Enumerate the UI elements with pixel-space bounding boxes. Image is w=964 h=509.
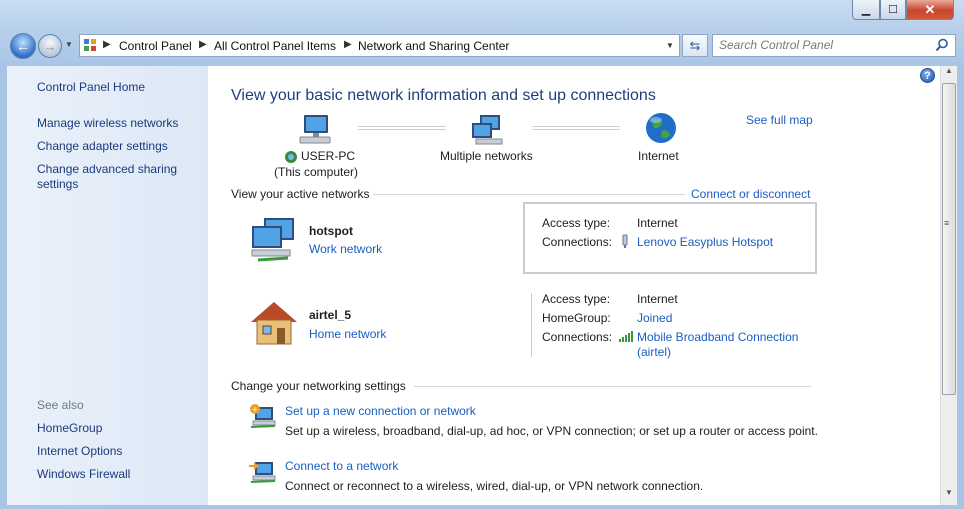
multiple-networks-label: Multiple networks bbox=[440, 149, 533, 163]
search-box[interactable] bbox=[712, 34, 956, 57]
address-history-dropdown[interactable]: ▼ bbox=[666, 41, 674, 50]
connections-label: Connections: bbox=[542, 235, 613, 249]
address-bar[interactable]: ▶ Control Panel ▶ All Control Panel Item… bbox=[79, 34, 680, 57]
computer-name: USER-PC bbox=[301, 149, 356, 163]
new-connection-icon[interactable]: + bbox=[249, 403, 277, 429]
sidebar bbox=[7, 66, 208, 505]
arrow-right-icon: → bbox=[43, 38, 57, 54]
sidebar-item-advanced-sharing-line2[interactable]: settings bbox=[37, 177, 78, 191]
see-full-map-link[interactable]: See full map bbox=[746, 113, 813, 127]
sidebar-item-manage-wireless[interactable]: Manage wireless networks bbox=[37, 116, 178, 130]
wireless-adapter-icon bbox=[622, 234, 628, 248]
internet-label: Internet bbox=[638, 149, 679, 163]
homegroup-label: HomeGroup: bbox=[542, 311, 611, 325]
active-networks-heading: View your active networks bbox=[231, 187, 370, 201]
access-type-label: Access type: bbox=[542, 292, 611, 306]
connection-link-hotspot[interactable]: Lenovo Easyplus Hotspot bbox=[637, 235, 773, 249]
back-button[interactable]: ← bbox=[10, 33, 36, 59]
connection-link-mobile-broadband-line2[interactable]: (airtel) bbox=[637, 345, 671, 359]
scroll-up-arrow-icon[interactable]: ▲ bbox=[941, 66, 957, 75]
network-name-hotspot: hotspot bbox=[309, 224, 353, 238]
refresh-icon: ⇆ bbox=[689, 37, 701, 53]
breadcrumb-control-panel[interactable]: Control Panel bbox=[119, 39, 192, 53]
connection-link-mobile-broadband[interactable]: Mobile Broadband Connection bbox=[637, 330, 798, 344]
arrow-left-icon: ← bbox=[16, 38, 30, 54]
change-settings-heading: Change your networking settings bbox=[231, 379, 406, 393]
map-connector bbox=[358, 126, 446, 130]
connect-to-network-description: Connect or reconnect to a wireless, wire… bbox=[285, 479, 704, 493]
access-type-value: Internet bbox=[637, 292, 678, 306]
sidebar-item-windows-firewall[interactable]: Windows Firewall bbox=[37, 467, 130, 481]
sidebar-item-adapter-settings[interactable]: Change adapter settings bbox=[37, 139, 168, 153]
grip-icon: ≡ bbox=[944, 218, 950, 228]
breadcrumb-network-sharing[interactable]: Network and Sharing Center bbox=[358, 39, 509, 53]
homegroup-joined-link[interactable]: Joined bbox=[637, 311, 672, 325]
forward-button[interactable]: → bbox=[38, 34, 62, 58]
sidebar-item-advanced-sharing[interactable]: Change advanced sharing bbox=[37, 162, 177, 176]
connect-to-network-link[interactable]: Connect to a network bbox=[285, 459, 398, 473]
sidebar-item-homegroup[interactable]: HomeGroup bbox=[37, 421, 102, 435]
see-also-heading: See also bbox=[37, 398, 84, 412]
divider bbox=[373, 194, 685, 195]
help-icon[interactable]: ? bbox=[920, 68, 935, 83]
breadcrumb-all-items[interactable]: All Control Panel Items bbox=[214, 39, 336, 53]
setup-connection-description: Set up a wireless, broadband, dial-up, a… bbox=[285, 424, 818, 438]
sidebar-item-control-panel-home[interactable]: Control Panel Home bbox=[37, 80, 145, 94]
setup-connection-link[interactable]: Set up a new connection or network bbox=[285, 404, 476, 418]
scroll-down-arrow-icon[interactable]: ▼ bbox=[941, 488, 957, 497]
search-icon[interactable] bbox=[935, 38, 949, 52]
close-button[interactable]: ✕ bbox=[906, 0, 954, 20]
page-title: View your basic network information and … bbox=[231, 87, 656, 104]
multiple-networks-icon[interactable] bbox=[470, 113, 506, 147]
maximize-button[interactable]: ☐ bbox=[880, 0, 906, 20]
control-panel-icon bbox=[84, 39, 96, 51]
chevron-down-icon: ▼ bbox=[666, 41, 674, 50]
access-type-label: Access type: bbox=[542, 216, 611, 230]
connect-network-icon[interactable] bbox=[249, 458, 277, 484]
vertical-scrollbar[interactable]: ▲ ≡ ▼ bbox=[940, 66, 957, 505]
network-globe-icon bbox=[285, 151, 297, 163]
work-network-icon[interactable] bbox=[248, 216, 300, 264]
network-name-airtel: airtel_5 bbox=[309, 308, 352, 322]
signal-bars-icon bbox=[619, 331, 633, 342]
divider bbox=[531, 293, 532, 357]
breadcrumb-separator[interactable]: ▶ bbox=[199, 39, 207, 50]
computer-subtitle: (This computer) bbox=[274, 165, 359, 179]
minimize-button[interactable]: ▁ bbox=[852, 0, 880, 20]
chevron-down-icon: ▼ bbox=[65, 40, 73, 49]
sidebar-item-internet-options[interactable]: Internet Options bbox=[37, 444, 122, 458]
home-network-icon[interactable] bbox=[249, 300, 299, 346]
connect-or-disconnect-link[interactable]: Connect or disconnect bbox=[691, 187, 810, 201]
connections-label: Connections: bbox=[542, 330, 613, 344]
refresh-button[interactable]: ⇆ bbox=[682, 34, 708, 57]
computer-icon[interactable] bbox=[296, 113, 332, 147]
network-type-link[interactable]: Home network bbox=[309, 327, 386, 341]
network-type-link[interactable]: Work network bbox=[309, 242, 382, 256]
svg-text:+: + bbox=[252, 405, 259, 414]
search-input[interactable] bbox=[719, 38, 929, 52]
scroll-thumb[interactable] bbox=[942, 83, 956, 395]
map-connector bbox=[532, 126, 620, 130]
recent-pages-dropdown[interactable]: ▼ bbox=[65, 40, 73, 49]
internet-globe-icon[interactable] bbox=[644, 111, 678, 145]
access-type-value: Internet bbox=[637, 216, 678, 230]
breadcrumb-separator[interactable]: ▶ bbox=[344, 39, 352, 50]
breadcrumb-separator: ▶ bbox=[103, 39, 111, 50]
divider bbox=[414, 386, 811, 387]
